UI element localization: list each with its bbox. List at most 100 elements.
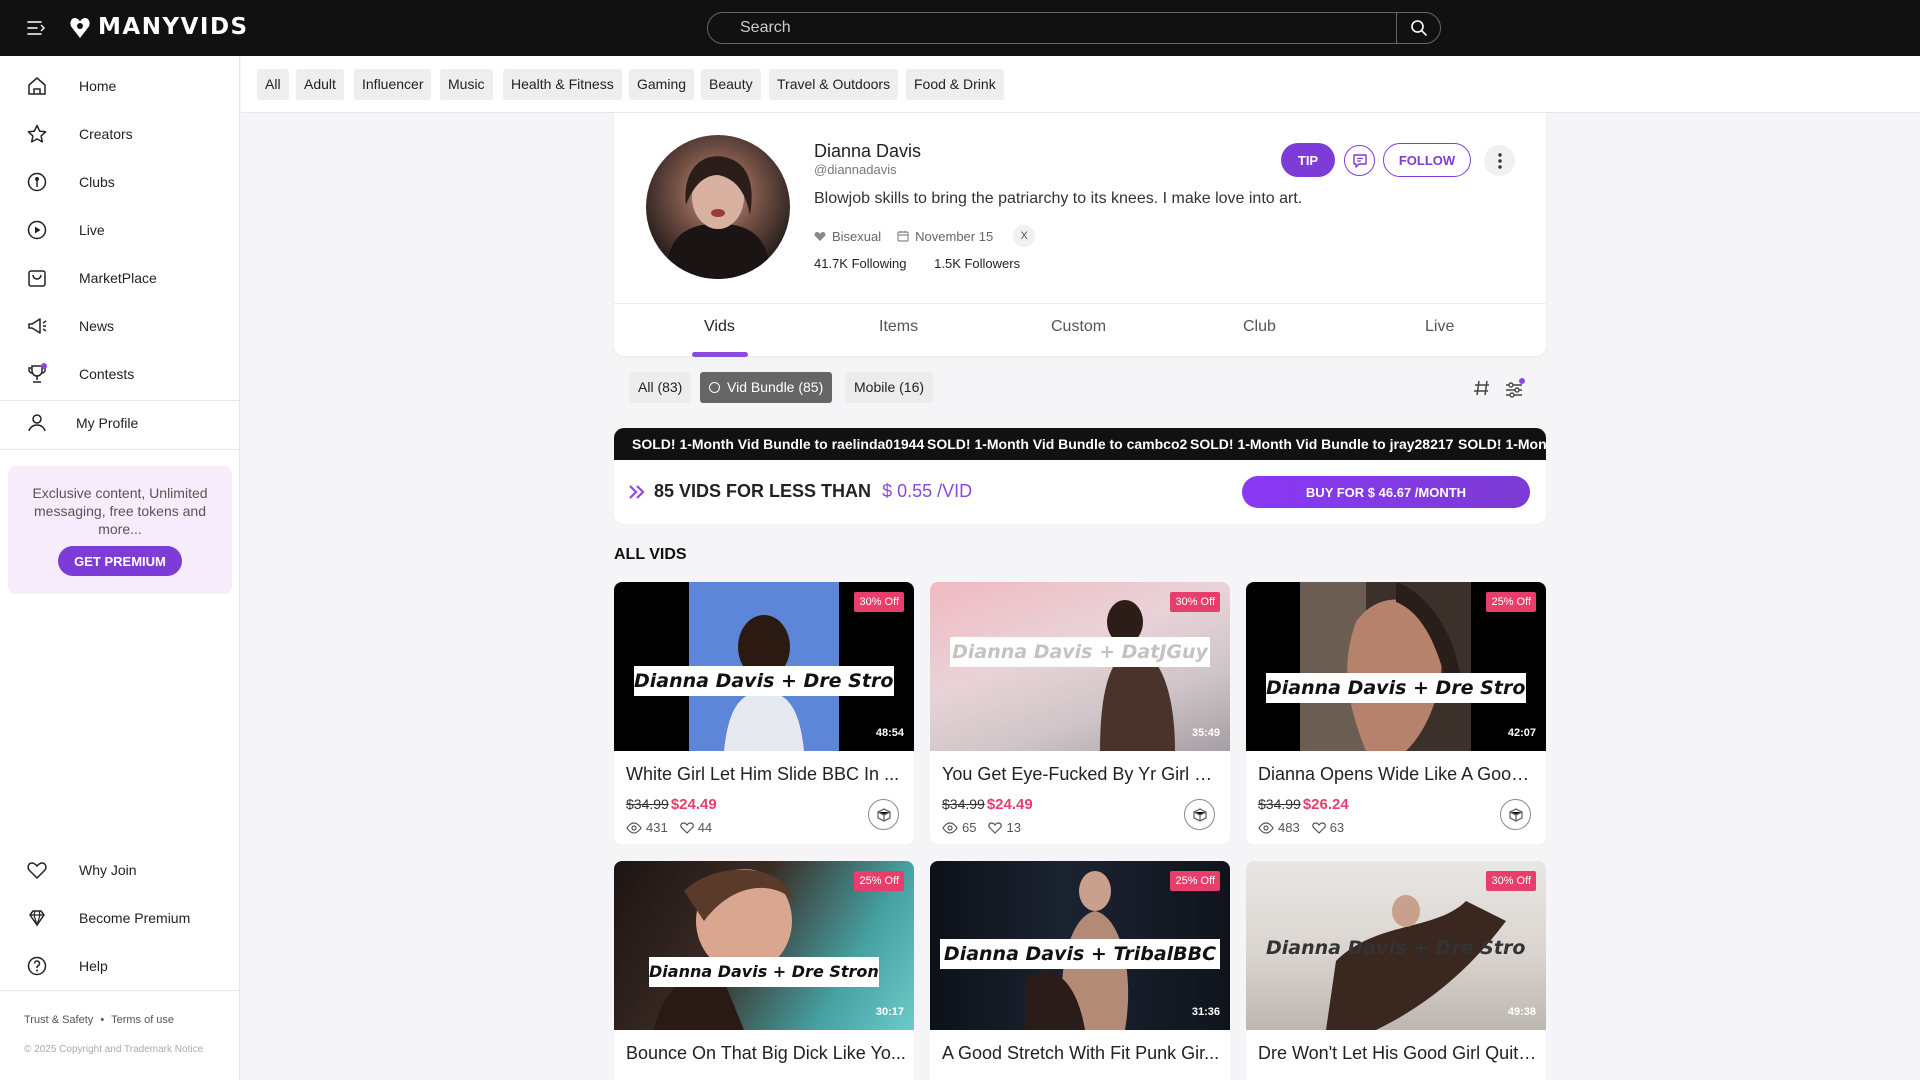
tab-live[interactable]: Live bbox=[1425, 318, 1454, 336]
get-premium-button[interactable]: GET PREMIUM bbox=[58, 546, 182, 576]
video-thumbnail[interactable]: Dianna Davis + TribalBBC 25% Off 31:36 bbox=[930, 861, 1230, 1030]
video-title[interactable]: You Get Eye-Fucked By Yr Girl W... bbox=[942, 764, 1222, 785]
video-thumbnail[interactable]: Dianna Davis + Dre Strong 30% Off 49:38 bbox=[1246, 861, 1546, 1030]
tab-vids[interactable]: Vids bbox=[704, 318, 735, 336]
video-card[interactable]: Dianna Davis + Dre Strong 25% Off 42:07 … bbox=[1246, 582, 1546, 844]
discount-badge: 30% Off bbox=[854, 592, 904, 612]
terms-link[interactable]: Terms of use bbox=[111, 1014, 174, 1026]
like-count: 44 bbox=[697, 820, 713, 835]
search-icon bbox=[1410, 20, 1427, 36]
category-chip[interactable]: Beauty bbox=[701, 69, 761, 100]
message-button[interactable] bbox=[1344, 145, 1375, 176]
profile-orientation: Bisexual bbox=[832, 228, 882, 244]
x-social-link[interactable]: X bbox=[1013, 225, 1036, 247]
more-options-button[interactable] bbox=[1484, 145, 1515, 176]
video-thumbnail[interactable]: Dianna Davis + DatJGuy 30% Off 35:49 bbox=[930, 582, 1230, 751]
category-chip[interactable]: Adult bbox=[296, 69, 344, 100]
tab-club[interactable]: Club bbox=[1243, 318, 1276, 336]
sidebar-item-label: Help bbox=[79, 958, 108, 974]
video-thumbnail[interactable]: Dianna Davis + Dre Strong 30% Off 48:54 bbox=[614, 582, 914, 751]
logo-text: MANYVIDS bbox=[98, 14, 249, 40]
sidebar-item-label: Contests bbox=[79, 366, 135, 382]
category-chip[interactable]: Influencer bbox=[354, 69, 432, 100]
video-duration: 30:17 bbox=[875, 1006, 904, 1018]
video-thumbnail[interactable]: Dianna Davis + Dre Strong 25% Off 42:07 bbox=[1246, 582, 1546, 751]
menu-icon[interactable] bbox=[26, 19, 46, 37]
buy-bundle-button[interactable]: BUY FOR $ 46.67 /MONTH bbox=[1242, 476, 1530, 508]
category-chip[interactable]: Music bbox=[440, 69, 493, 100]
video-card[interactable]: Dianna Davis + Dre Strong 30% Off 48:54 … bbox=[614, 582, 914, 844]
video-title[interactable]: White Girl Let Him Slide BBC In ... bbox=[626, 764, 906, 785]
sidebar-item-clubs[interactable]: Clubs bbox=[0, 162, 240, 202]
category-chip[interactable]: Gaming bbox=[629, 69, 695, 100]
sidebar: Home Creators Clubs Live MarketPlace New… bbox=[0, 56, 240, 1080]
video-card[interactable]: Dianna Davis + Dre Strong 25% Off 30:17 … bbox=[614, 861, 914, 1080]
video-stats: 483 63 bbox=[1258, 820, 1344, 835]
tab-custom[interactable]: Custom bbox=[1051, 318, 1106, 336]
heart-icon bbox=[1311, 821, 1326, 834]
heart-icon bbox=[679, 821, 694, 834]
category-chip[interactable]: Travel & Outdoors bbox=[769, 69, 899, 100]
trust-safety-link[interactable]: Trust & Safety bbox=[24, 1014, 93, 1026]
profile-birthday: November 15 bbox=[915, 228, 994, 244]
filter-vid-bundle[interactable]: Vid Bundle (85) bbox=[700, 372, 833, 403]
tab-items[interactable]: Items bbox=[879, 318, 918, 336]
sidebar-item-live[interactable]: Live bbox=[0, 210, 240, 250]
video-stats: 431 44 bbox=[626, 820, 712, 835]
followers-count[interactable]: 1.5K Followers bbox=[934, 256, 1020, 271]
category-chip[interactable]: Food & Drink bbox=[906, 69, 1004, 100]
sidebar-item-news[interactable]: News bbox=[0, 306, 240, 346]
add-to-bundle-button[interactable] bbox=[868, 799, 899, 830]
video-stats: 65 13 bbox=[942, 820, 1021, 835]
sidebar-item-marketplace[interactable]: MarketPlace bbox=[0, 258, 240, 298]
sidebar-item-creators[interactable]: Creators bbox=[0, 114, 240, 154]
video-card[interactable]: Dianna Davis + Dre Strong 30% Off 49:38 … bbox=[1246, 861, 1546, 1080]
profile-meta: Bisexual November 15 X bbox=[814, 225, 1036, 247]
filter-all[interactable]: All (83) bbox=[629, 372, 692, 403]
filter-settings-icon[interactable] bbox=[1504, 378, 1525, 398]
video-title[interactable]: Dre Won't Let His Good Girl Quit ... bbox=[1258, 1043, 1538, 1064]
profile-bio: Blowjob skills to bring the patriarchy t… bbox=[814, 190, 1303, 207]
logo[interactable]: MANYVIDS bbox=[70, 14, 249, 40]
sidebar-item-contests[interactable]: Contests bbox=[0, 354, 240, 394]
copyright-notice[interactable]: © 2025 Copyright and Trademark Notice bbox=[24, 1044, 203, 1055]
sidebar-item-home[interactable]: Home bbox=[0, 66, 240, 106]
add-to-bundle-button[interactable] bbox=[1184, 799, 1215, 830]
add-to-bundle-button[interactable] bbox=[1500, 799, 1531, 830]
sidebar-divider bbox=[0, 400, 240, 401]
video-thumbnail[interactable]: Dianna Davis + Dre Strong 25% Off 30:17 bbox=[614, 861, 914, 1030]
following-count[interactable]: 41.7K Following bbox=[814, 256, 907, 271]
video-title[interactable]: A Good Stretch With Fit Punk Gir... bbox=[942, 1043, 1222, 1064]
ticker-item: SOLD! 1-Month bbox=[1458, 436, 1546, 452]
bundle-icon bbox=[1508, 807, 1523, 822]
sidebar-item-help[interactable]: Help bbox=[0, 946, 240, 986]
bundle-offer-text: 85 VIDS FOR LESS THAN bbox=[654, 481, 872, 501]
sidebar-item-label: News bbox=[79, 318, 115, 334]
profile-avatar[interactable] bbox=[646, 135, 790, 279]
category-chip[interactable]: All bbox=[257, 69, 289, 100]
filter-label: Vid Bundle (85) bbox=[727, 379, 824, 395]
filter-mobile[interactable]: Mobile (16) bbox=[845, 372, 934, 403]
hashtag-icon[interactable] bbox=[1472, 378, 1492, 398]
video-card[interactable]: Dianna Davis + TribalBBC 25% Off 31:36 A… bbox=[930, 861, 1230, 1080]
sidebar-item-become-premium[interactable]: Become Premium bbox=[0, 898, 240, 938]
sidebar-item-why-join[interactable]: Why Join bbox=[0, 850, 240, 890]
tip-button[interactable]: TIP bbox=[1281, 143, 1335, 177]
sale-price: $24.49 bbox=[986, 796, 1033, 813]
follow-button[interactable]: FOLLOW bbox=[1383, 143, 1471, 177]
video-duration: 42:07 bbox=[1507, 727, 1536, 739]
search-input[interactable] bbox=[708, 13, 1396, 43]
video-title[interactable]: Dianna Opens Wide Like A Good ... bbox=[1258, 764, 1538, 785]
thumbnail-title-overlay: Dianna Davis + Dre Strong bbox=[634, 666, 894, 696]
thumbnail-title-overlay: Dianna Davis + Dre Strong bbox=[1266, 937, 1526, 959]
video-title[interactable]: Bounce On That Big Dick Like Yo... bbox=[626, 1043, 906, 1064]
category-chip[interactable]: Health & Fitness bbox=[503, 69, 622, 100]
video-card[interactable]: Dianna Davis + DatJGuy 30% Off 35:49 You… bbox=[930, 582, 1230, 844]
sidebar-item-my-profile[interactable]: My Profile bbox=[0, 403, 240, 443]
calendar-icon bbox=[897, 231, 909, 242]
search-button[interactable] bbox=[1396, 13, 1440, 43]
trophy-icon bbox=[26, 363, 48, 385]
sidebar-item-label: Creators bbox=[79, 126, 133, 142]
profile-tabs: Vids Items Custom Club Live bbox=[614, 303, 1546, 357]
radio-icon bbox=[709, 382, 720, 393]
